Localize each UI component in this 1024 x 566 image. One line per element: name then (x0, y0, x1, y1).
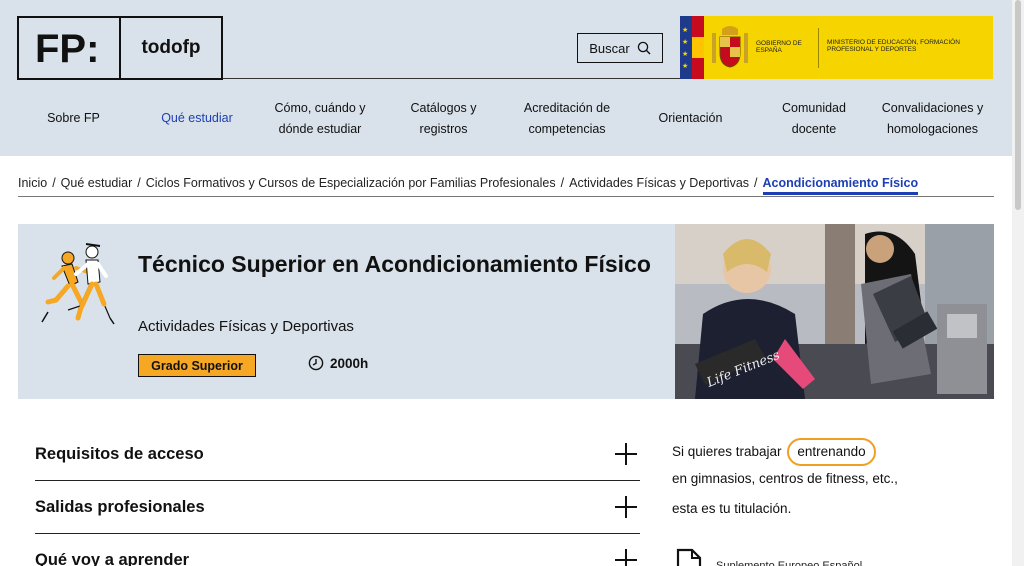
svg-text:★: ★ (682, 26, 688, 34)
summary-line-3: esta es tu titulación. (672, 501, 792, 516)
spain-flag-icon (692, 16, 704, 79)
gov-text-primary: GOBIERNO DE ESPAÑA (756, 40, 802, 54)
gov-text-ministry: MINISTERIO DE EDUCACIÓN, FORMACIÓN PROFE… (827, 39, 960, 53)
accordion-salidas[interactable]: Salidas profesionales (35, 481, 640, 534)
accordion-label: Salidas profesionales (35, 497, 205, 516)
fp-logo-icon: FP: (35, 27, 99, 70)
svg-text:FP:: FP: (35, 27, 99, 70)
site-logo[interactable]: FP: todofp (17, 16, 223, 80)
highlight-word: entrenando (787, 438, 876, 466)
main-nav: Sobre FP Qué estudiar Cómo, cuándo y dónd… (17, 96, 997, 141)
course-photo: Life Fitness (675, 224, 994, 399)
breadcrumb-link-que-estudiar[interactable]: Qué estudiar (61, 176, 133, 190)
accordion-requisitos[interactable]: Requisitos de acceso (35, 428, 640, 481)
plus-icon[interactable] (615, 443, 637, 465)
course-hero: Técnico Superior en Acondicionamiento Fí… (18, 224, 994, 399)
plus-icon[interactable] (615, 496, 637, 518)
breadcrumb-link-ciclos[interactable]: Ciclos Formativos y Cursos de Especializ… (146, 176, 556, 190)
nav-item-convalidaciones[interactable]: Convalidaciones y homologaciones (870, 98, 995, 140)
breadcrumb-link-inicio[interactable]: Inicio (18, 176, 47, 190)
search-label: Buscar (589, 40, 630, 56)
course-summary: Si quieres trabajar entrenando en gimnas… (672, 438, 1002, 528)
breadcrumb-current: Acondicionamiento Físico (762, 176, 919, 195)
breadcrumb-link-familia[interactable]: Actividades Físicas y Deportivas (569, 176, 749, 190)
search-button[interactable]: Buscar (577, 33, 663, 63)
svg-text:★: ★ (682, 38, 688, 46)
runners-illustration-icon (41, 243, 115, 325)
document-link[interactable]: Suplemento Europeo Español (676, 548, 862, 566)
scrollbar[interactable] (1012, 0, 1024, 566)
eu-flag-icon: ★ ★ ★ ★ (680, 16, 692, 79)
level-badge: Grado Superior (138, 354, 256, 377)
flags-icon: ★ ★ ★ ★ (680, 16, 704, 79)
scrollbar-thumb[interactable] (1015, 0, 1021, 210)
nav-item-sobre-fp[interactable]: Sobre FP (17, 108, 130, 129)
plus-icon[interactable] (615, 549, 637, 566)
breadcrumb-divider (18, 196, 994, 197)
clock-icon (308, 355, 324, 371)
government-logo[interactable]: ★ ★ ★ ★ GOBIERNO DE ESPAÑA MINISTERIO DE… (680, 16, 993, 79)
page: FP: todofp Buscar ★ ★ ★ ★ GOBIERNO DE ES… (0, 0, 1024, 566)
nav-item-catalogos[interactable]: Catálogos y registros (376, 98, 511, 140)
site-header: FP: todofp Buscar ★ ★ ★ ★ GOBIERNO DE ES… (0, 0, 1012, 156)
summary-line-2: en gimnasios, centros de fitness, etc., (672, 471, 898, 486)
breadcrumb-separator: / (137, 176, 141, 190)
logo-name: todofp (141, 37, 201, 58)
accordion-aprender[interactable]: Qué voy a aprender (35, 534, 640, 566)
breadcrumb-separator: / (52, 176, 56, 190)
nav-item-acreditacion[interactable]: Acreditación de competencias (511, 98, 623, 140)
breadcrumb: Inicio / Qué estudiar / Ciclos Formativo… (18, 176, 994, 198)
course-family: Actividades Físicas y Deportivas (138, 318, 354, 335)
accordion-label: Qué voy a aprender (35, 550, 190, 566)
svg-text:★: ★ (682, 50, 688, 58)
nav-item-orientacion[interactable]: Orientación (623, 108, 758, 129)
nav-item-como-cuando[interactable]: Cómo, cuándo y dónde estudiar (264, 98, 376, 140)
logo-mark: FP: (19, 18, 121, 78)
document-icon (676, 548, 702, 566)
course-duration: 2000h (308, 355, 368, 371)
breadcrumb-separator: / (754, 176, 758, 190)
document-label: Suplemento Europeo Español (716, 560, 863, 566)
gym-photo-image: Life Fitness (675, 224, 994, 399)
nav-item-que-estudiar[interactable]: Qué estudiar (130, 108, 264, 129)
course-title: Técnico Superior en Acondicionamiento Fí… (138, 251, 651, 277)
breadcrumb-separator: / (560, 176, 565, 190)
summary-line-1: Si quieres trabajar entrenando (672, 438, 1002, 468)
accordion-label: Requisitos de acceso (35, 444, 204, 463)
nav-item-comunidad[interactable]: Comunidad docente (758, 98, 870, 140)
svg-text:★: ★ (682, 62, 688, 70)
search-icon (637, 41, 651, 55)
coat-of-arms-icon (704, 16, 756, 79)
course-hours: 2000h (330, 355, 369, 371)
